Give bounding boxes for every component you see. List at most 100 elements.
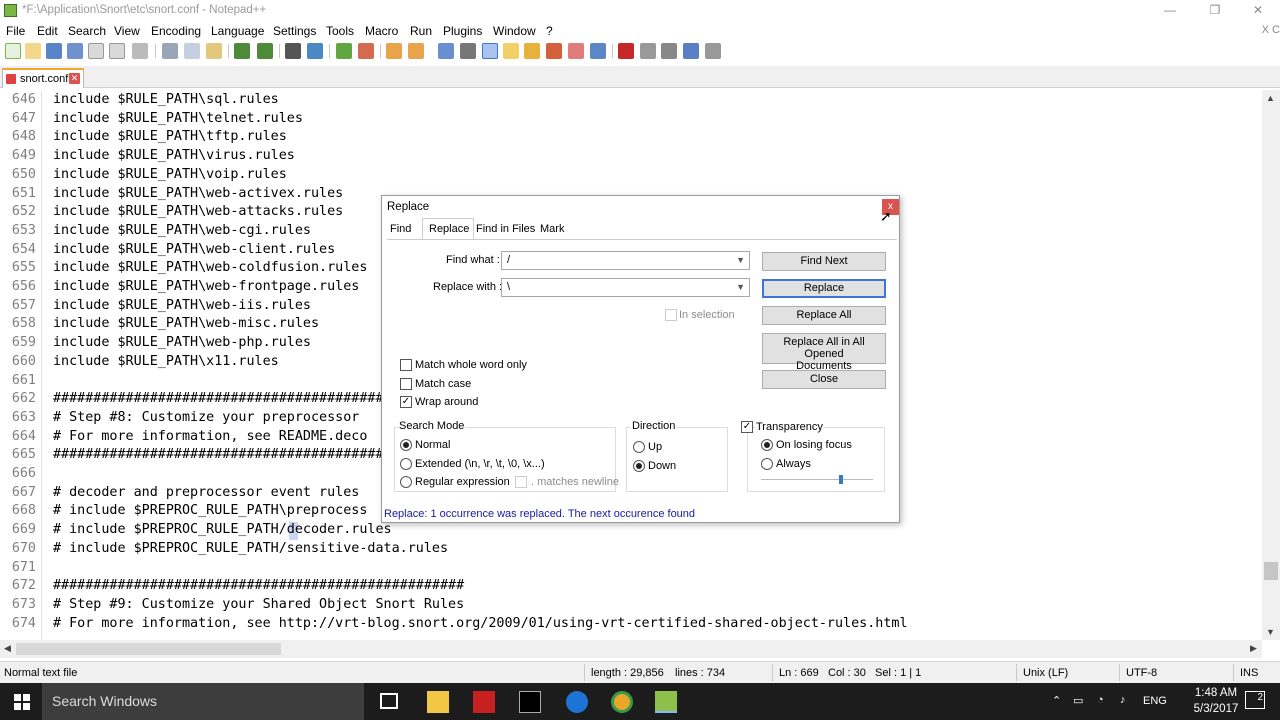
chrome-icon[interactable] bbox=[611, 691, 633, 713]
sync-vertical-icon[interactable] bbox=[386, 43, 402, 59]
dialog-tab-mark[interactable]: Mark bbox=[540, 223, 564, 235]
scroll-up-icon[interactable]: ▲ bbox=[1266, 93, 1275, 103]
code-line[interactable]: include $RULE_PATH\virus.rules bbox=[53, 147, 295, 166]
command-prompt-icon[interactable] bbox=[519, 691, 541, 713]
menu-view[interactable]: View bbox=[114, 24, 140, 38]
redo-icon[interactable] bbox=[257, 43, 273, 59]
code-line[interactable]: include $RULE_PATH\web-frontpage.rules bbox=[53, 278, 359, 297]
code-line[interactable]: include $RULE_PATH\web-attacks.rules bbox=[53, 203, 343, 222]
code-line[interactable]: # include $PREPROC_RULE_PATH/decoder.rul… bbox=[53, 521, 392, 540]
menu-help[interactable]: ? bbox=[546, 24, 553, 38]
dialog-tab-find-in-files[interactable]: Find in Files bbox=[476, 223, 535, 235]
direction-down-radio[interactable] bbox=[633, 460, 645, 472]
word-wrap-icon[interactable] bbox=[438, 43, 454, 59]
on-losing-focus-radio[interactable] bbox=[761, 439, 773, 451]
menu-macro[interactable]: Macro bbox=[365, 24, 398, 38]
menu-language[interactable]: Language bbox=[211, 24, 264, 38]
always-radio[interactable] bbox=[761, 458, 773, 470]
sync-horizontal-icon[interactable] bbox=[408, 43, 424, 59]
menu-encoding[interactable]: Encoding bbox=[151, 24, 201, 38]
replace-button[interactable]: Replace bbox=[762, 279, 886, 298]
paste-icon[interactable] bbox=[206, 43, 222, 59]
close-window-button[interactable]: ✕ bbox=[1236, 0, 1280, 22]
indent-guide-icon[interactable] bbox=[482, 43, 498, 59]
menu-file[interactable]: File bbox=[6, 24, 25, 38]
code-line[interactable]: include $RULE_PATH\web-activex.rules bbox=[53, 185, 343, 204]
folder-as-workspace-icon[interactable] bbox=[568, 43, 584, 59]
chevron-down-icon[interactable]: ▼ bbox=[736, 282, 745, 292]
extended-radio[interactable] bbox=[400, 458, 412, 470]
function-list-icon[interactable] bbox=[546, 43, 562, 59]
notepad-plus-plus-taskbar-icon[interactable] bbox=[655, 691, 677, 713]
zoom-out-icon[interactable] bbox=[358, 43, 374, 59]
doc-map-icon[interactable] bbox=[524, 43, 540, 59]
open-file-icon[interactable] bbox=[25, 43, 41, 59]
doc-close-controls[interactable]: X C bbox=[1262, 24, 1280, 36]
clock-date[interactable]: 5/3/2017 bbox=[1187, 703, 1245, 715]
windows-start-icon[interactable] bbox=[14, 694, 30, 710]
wrap-around-checkbox[interactable]: ✓ bbox=[400, 396, 412, 408]
monitoring-icon[interactable] bbox=[590, 43, 606, 59]
match-case-checkbox[interactable] bbox=[400, 378, 412, 390]
normal-radio[interactable] bbox=[400, 439, 412, 451]
tray-expand-icon[interactable]: ⌃ bbox=[1052, 694, 1061, 707]
code-line[interactable]: # decoder and preprocessor event rules bbox=[53, 484, 359, 503]
copy-icon[interactable] bbox=[184, 43, 200, 59]
code-line[interactable]: # For more information, see README.deco bbox=[53, 428, 367, 447]
zoom-in-icon[interactable] bbox=[336, 43, 352, 59]
code-line[interactable]: ########################################… bbox=[53, 577, 464, 596]
menu-plugins[interactable]: Plugins bbox=[443, 24, 482, 38]
scroll-down-icon[interactable]: ▼ bbox=[1266, 627, 1275, 637]
save-all-icon[interactable] bbox=[67, 43, 83, 59]
taskbar-search-box[interactable]: Search Windows bbox=[42, 683, 364, 720]
replace-all-button[interactable]: Replace All bbox=[762, 306, 886, 325]
save-icon[interactable] bbox=[46, 43, 62, 59]
replace-with-combobox[interactable]: \ ▼ bbox=[501, 278, 750, 297]
tab-close-icon[interactable]: ✕ bbox=[69, 73, 80, 84]
vertical-scroll-thumb[interactable] bbox=[1264, 562, 1278, 580]
menu-settings[interactable]: Settings bbox=[273, 24, 316, 38]
menu-search[interactable]: Search bbox=[68, 24, 106, 38]
code-line[interactable]: include $RULE_PATH\tftp.rules bbox=[53, 128, 287, 147]
new-file-icon[interactable] bbox=[5, 43, 21, 59]
code-line[interactable]: include $RULE_PATH\web-client.rules bbox=[53, 241, 335, 260]
clock-time[interactable]: 1:48 AM bbox=[1190, 687, 1242, 699]
code-line[interactable]: include $RULE_PATH\web-php.rules bbox=[53, 334, 311, 353]
code-line[interactable]: include $RULE_PATH\x11.rules bbox=[53, 353, 279, 372]
dialog-tab-replace[interactable]: Replace bbox=[429, 223, 469, 235]
play-macro-icon[interactable] bbox=[661, 43, 677, 59]
undo-icon[interactable] bbox=[234, 43, 250, 59]
code-line[interactable]: include $RULE_PATH\voip.rules bbox=[53, 166, 287, 185]
code-line[interactable]: # include $PREPROC_RULE_PATH/sensitive-d… bbox=[53, 540, 448, 559]
edge-icon[interactable] bbox=[566, 691, 588, 713]
transparency-slider[interactable] bbox=[761, 479, 873, 480]
code-line[interactable]: # For more information, see http://vrt-b… bbox=[53, 615, 908, 634]
transparency-slider-thumb[interactable] bbox=[839, 475, 844, 484]
find-icon[interactable] bbox=[285, 43, 301, 59]
code-line[interactable]: include $RULE_PATH\telnet.rules bbox=[53, 110, 303, 129]
transparency-checkbox[interactable]: ✓ bbox=[741, 421, 753, 433]
code-line[interactable]: # include $PREPROC_RULE_PATH\preprocess bbox=[53, 502, 367, 521]
code-line[interactable]: # Step #8: Customize your preprocessor bbox=[53, 409, 359, 428]
close-file-icon[interactable] bbox=[88, 43, 104, 59]
record-macro-icon[interactable] bbox=[618, 43, 634, 59]
print-icon[interactable] bbox=[132, 43, 148, 59]
task-view-icon[interactable] bbox=[380, 693, 398, 709]
close-all-icon[interactable] bbox=[109, 43, 125, 59]
file-explorer-icon[interactable] bbox=[427, 691, 449, 713]
code-line[interactable]: # Step #9: Customize your Shared Object … bbox=[53, 596, 464, 615]
match-whole-word-checkbox[interactable] bbox=[400, 359, 412, 371]
restore-button[interactable]: ❐ bbox=[1193, 0, 1237, 22]
wifi-icon[interactable]: ◔ bbox=[1097, 694, 1104, 706]
code-line[interactable]: include $RULE_PATH\sql.rules bbox=[53, 91, 279, 110]
code-line[interactable]: include $RULE_PATH\web-iis.rules bbox=[53, 297, 311, 316]
code-line[interactable]: include $RULE_PATH\web-misc.rules bbox=[53, 315, 319, 334]
tab-snort-conf[interactable]: snort.conf ✕ bbox=[2, 68, 84, 88]
in-selection-checkbox[interactable] bbox=[665, 309, 677, 321]
network-icon[interactable]: ▭ bbox=[1073, 694, 1083, 707]
acrobat-icon[interactable] bbox=[473, 691, 495, 713]
menu-tools[interactable]: Tools bbox=[326, 24, 354, 38]
show-all-chars-icon[interactable] bbox=[460, 43, 476, 59]
horizontal-scrollbar[interactable]: ◀ ▶ bbox=[0, 640, 1262, 658]
horizontal-scroll-thumb[interactable] bbox=[16, 643, 281, 655]
